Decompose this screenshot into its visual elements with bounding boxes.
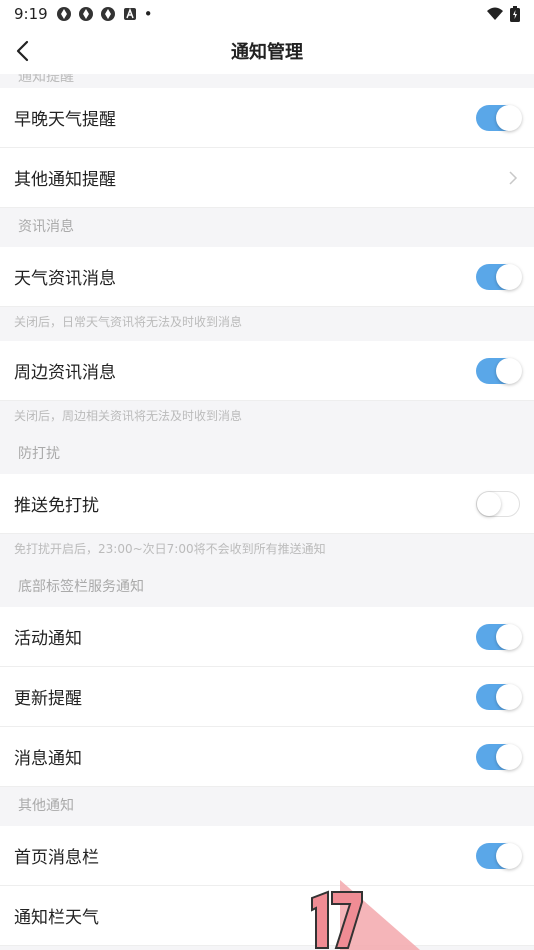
notification-icons: • (56, 5, 153, 23)
watermark-logo (311, 880, 420, 950)
toggle-knob (496, 263, 522, 290)
settings-list[interactable]: 通知提醒 早晚天气提醒 其他通知提醒 资讯消息 天气资讯消息 关闭后，日常天气资… (0, 74, 534, 946)
a-notification-icon (123, 7, 136, 20)
toggle-knob (496, 357, 522, 384)
status-bar-right (486, 6, 520, 22)
app-notification-icon (78, 7, 93, 21)
row-notification-weather[interactable]: 通知栏天气 (0, 886, 534, 946)
section-header-bottom-tabs: 底部标签栏服务通知 (0, 568, 534, 607)
app-header: 通知管理 (0, 28, 534, 74)
row-label: 其他通知提醒 (14, 170, 116, 190)
note-weather-news: 关闭后，日常天气资讯将无法及时收到消息 (0, 307, 534, 341)
note-dnd: 免打扰开启后，23:00~次日7:00将不会收到所有推送通知 (0, 534, 534, 568)
status-bar: 9:19 • (0, 0, 534, 28)
app-notification-icon (56, 7, 71, 21)
toggle-weather-news[interactable] (476, 263, 522, 290)
toggle-knob (496, 683, 522, 710)
row-home-message-bar[interactable]: 首页消息栏 (0, 826, 534, 886)
toggle-push-dnd[interactable] (476, 490, 520, 517)
section-header-news: 资讯消息 (0, 208, 534, 247)
status-time: 9:19 (14, 5, 48, 23)
toggle-morning-evening-weather[interactable] (476, 104, 522, 131)
toggle-knob (496, 623, 522, 650)
row-update[interactable]: 更新提醒 (0, 667, 534, 727)
row-weather-news[interactable]: 天气资讯消息 (0, 247, 534, 307)
page-title: 通知管理 (231, 42, 303, 63)
battery-icon (510, 6, 520, 22)
row-label: 通知栏天气 (14, 908, 99, 928)
row-label: 早晚天气提醒 (14, 110, 116, 130)
toggle-activity[interactable] (476, 623, 522, 650)
row-activity[interactable]: 活动通知 (0, 607, 534, 667)
toggle-knob (496, 743, 522, 770)
row-label: 首页消息栏 (14, 848, 99, 868)
row-label: 周边资讯消息 (14, 363, 116, 383)
toggle-knob (477, 491, 501, 516)
row-other-notification[interactable]: 其他通知提醒 (0, 148, 534, 208)
row-label: 消息通知 (14, 749, 82, 769)
wifi-icon (487, 7, 503, 20)
row-label: 推送免打扰 (14, 496, 99, 516)
chevron-right-icon (509, 170, 518, 185)
app-notification-icon (100, 7, 115, 21)
toggle-knob (496, 842, 522, 869)
section-header-other: 其他通知 (0, 787, 534, 826)
row-message[interactable]: 消息通知 (0, 727, 534, 787)
row-push-dnd[interactable]: 推送免打扰 (0, 474, 534, 534)
note-nearby-news: 关闭后，周边相关资讯将无法及时收到消息 (0, 401, 534, 435)
section-header-notification-reminder: 通知提醒 (0, 74, 534, 88)
toggle-knob (496, 104, 522, 131)
section-header-dnd: 防打扰 (0, 435, 534, 474)
status-bar-left: 9:19 • (14, 5, 153, 23)
row-morning-evening-weather[interactable]: 早晚天气提醒 (0, 88, 534, 148)
row-label: 活动通知 (14, 629, 82, 649)
toggle-home-message-bar[interactable] (476, 842, 522, 869)
row-label: 天气资讯消息 (14, 269, 116, 289)
back-icon[interactable] (12, 38, 36, 64)
more-dot: • (143, 5, 153, 23)
row-nearby-news[interactable]: 周边资讯消息 (0, 341, 534, 401)
toggle-nearby-news[interactable] (476, 357, 522, 384)
toggle-message[interactable] (476, 743, 522, 770)
toggle-update[interactable] (476, 683, 522, 710)
row-label: 更新提醒 (14, 689, 82, 709)
